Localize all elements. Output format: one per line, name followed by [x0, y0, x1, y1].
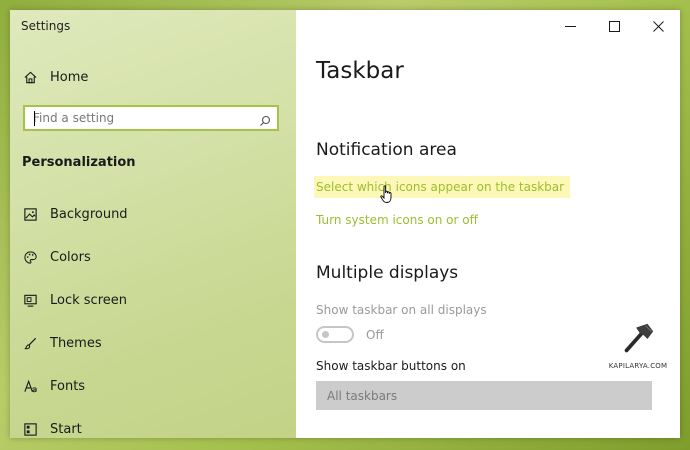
search-box[interactable]	[23, 105, 279, 131]
minimize-icon	[564, 25, 576, 27]
hand-cursor-icon	[380, 185, 392, 203]
sidebar-item-colors[interactable]: Colors	[22, 246, 91, 268]
sidebar-item-background[interactable]: Background	[22, 203, 128, 225]
taskbar-buttons-on-label: Show taskbar buttons on	[316, 359, 466, 373]
minimize-button[interactable]	[548, 10, 592, 42]
show-taskbar-all-displays-label: Show taskbar on all displays	[316, 303, 487, 317]
system-icons-link[interactable]: Turn system icons on or off	[316, 213, 478, 227]
window-controls	[548, 10, 680, 42]
sidebar-item-themes[interactable]: Themes	[22, 332, 102, 354]
notification-area-heading: Notification area	[316, 140, 457, 160]
watermark-text: KAPILARYA.COM	[608, 362, 668, 370]
sidebar: Settings Home Personalization Background	[10, 10, 296, 438]
picture-icon	[22, 206, 38, 222]
text-caret	[34, 111, 35, 126]
app-title: Settings	[21, 19, 71, 33]
taskbar-buttons-dropdown[interactable]: All taskbars	[316, 381, 652, 410]
sidebar-item-label: Fonts	[50, 378, 86, 394]
maximize-icon	[608, 20, 620, 32]
settings-window: Settings Home Personalization Background	[10, 10, 680, 438]
palette-icon	[22, 249, 38, 265]
start-icon	[22, 421, 38, 437]
sidebar-item-label: Colors	[50, 249, 91, 265]
sidebar-item-label: Themes	[50, 335, 102, 351]
main-content: Taskbar Notification area Select which i…	[296, 10, 680, 438]
hammer-logo-icon	[624, 323, 654, 353]
sidebar-item-label: Start	[50, 421, 82, 437]
sidebar-item-label: Lock screen	[50, 292, 127, 308]
sidebar-item-home[interactable]: Home	[22, 66, 88, 88]
sidebar-item-fonts[interactable]: Fonts	[22, 375, 85, 397]
brush-icon	[22, 335, 38, 351]
sidebar-item-start[interactable]: Start	[22, 418, 82, 438]
search-input[interactable]	[25, 110, 255, 126]
sidebar-item-label: Background	[50, 206, 128, 222]
monitor-icon	[22, 292, 38, 308]
maximize-button[interactable]	[592, 10, 636, 42]
section-label: Personalization	[22, 155, 136, 170]
dropdown-value: All taskbars	[327, 388, 398, 403]
multiple-displays-heading: Multiple displays	[316, 263, 459, 283]
watermark: KAPILARYA.COM	[602, 320, 674, 370]
font-icon	[22, 378, 38, 394]
page-title: Taskbar	[316, 58, 404, 84]
close-button[interactable]	[636, 10, 680, 42]
toggle-state-label: Off	[366, 328, 384, 342]
select-icons-link[interactable]: Select which icons appear on the taskbar	[314, 176, 571, 198]
sidebar-item-label: Home	[50, 69, 89, 85]
home-icon	[22, 69, 38, 85]
close-icon	[652, 20, 664, 32]
search-icon[interactable]	[259, 112, 271, 126]
toggle-knob	[322, 331, 329, 338]
show-taskbar-toggle[interactable]	[316, 326, 354, 343]
sidebar-item-lock-screen[interactable]: Lock screen	[22, 289, 127, 311]
